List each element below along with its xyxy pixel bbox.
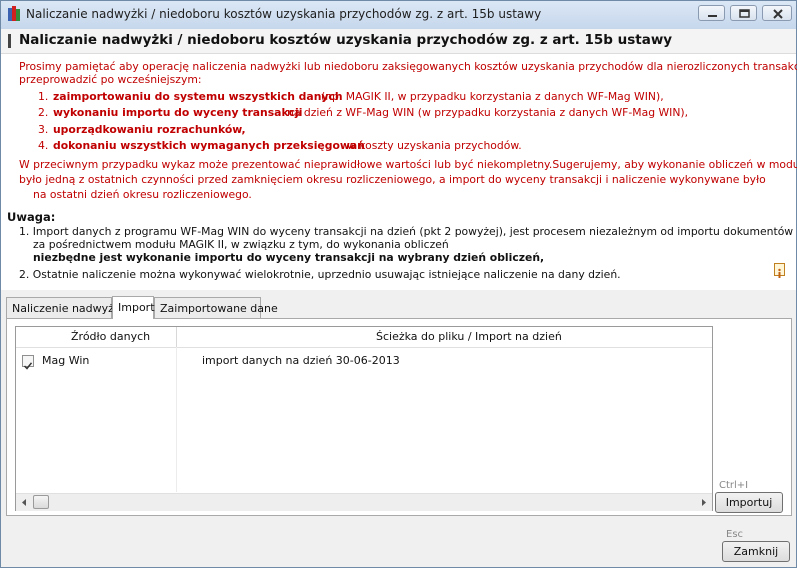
- notice-item-num: 2.: [38, 106, 49, 119]
- column-header-source[interactable]: Źródło danych: [71, 330, 150, 343]
- import-shortcut: Ctrl+I: [719, 480, 749, 491]
- main-window: Naliczanie nadwyżki / niedoboru kosztów …: [0, 0, 797, 568]
- page-title: Naliczanie nadwyżki / niedoboru kosztów …: [19, 32, 673, 48]
- notice-item-bold: wykonaniu importu do wyceny transakcji: [53, 106, 303, 119]
- notice-item-bold: dokonaniu wszystkich wymaganych przeksię…: [53, 139, 365, 152]
- close-button[interactable]: Zamknij: [722, 541, 790, 562]
- row-checkbox[interactable]: [22, 355, 34, 370]
- uwaga-item1-line2: za pośrednictwem modułu MAGIK II, w zwią…: [33, 238, 449, 251]
- uwaga-item1-line1: 1. Import danych z programu WF-Mag WIN d…: [19, 225, 794, 238]
- close-window-button[interactable]: [762, 5, 792, 21]
- window-title: Naliczanie nadwyżki / niedoboru kosztów …: [26, 7, 542, 21]
- warning-line1: W przeciwnym przypadku wykaz może prezen…: [19, 158, 797, 171]
- notice-item-rest: na dzień z WF-Mag WIN (w przypadku korzy…: [287, 106, 689, 119]
- scrollbar-thumb[interactable]: [33, 495, 49, 509]
- notice-intro-line2: przeprowadzić po wcześniejszym:: [19, 73, 202, 86]
- cell-path: import danych na dzień 30-06-2013: [202, 354, 400, 367]
- warning-line2: było jedną z ostatnich czynności przed z…: [19, 173, 766, 186]
- column-separator[interactable]: [176, 327, 177, 347]
- minimize-button[interactable]: [698, 5, 725, 21]
- tab-naliczenie-nadwyzki[interactable]: Naliczenie nadwyżki: [6, 297, 123, 318]
- title-bar[interactable]: Naliczanie nadwyżki / niedoboru kosztów …: [1, 1, 796, 29]
- uwaga-item2: 2. Ostatnie naliczenie można wykonywać w…: [19, 268, 621, 281]
- cell-source: Mag Win: [42, 354, 90, 367]
- uwaga-item1-line3: niezbędne jest wykonanie importu do wyce…: [33, 251, 545, 264]
- notice-item-num: 1.: [38, 90, 49, 103]
- minimize-icon: [708, 15, 717, 17]
- checkbox-icon: [23, 362, 33, 370]
- notice-item-num: 4.: [38, 139, 49, 152]
- horizontal-scrollbar[interactable]: [16, 493, 712, 511]
- notice-item-rest: w koszty uzyskania przychodów.: [347, 139, 522, 152]
- notice-panel: Prosimy pamiętać aby operację naliczenia…: [1, 54, 797, 290]
- page-header: Naliczanie nadwyżki / niedoboru kosztów …: [1, 29, 796, 54]
- import-sources-grid[interactable]: Źródło danych Ścieżka do pliku / Import …: [15, 326, 713, 511]
- notice-item-bold: zaimportowaniu do systemu wszystkich dan…: [53, 90, 343, 103]
- maximize-icon: [739, 9, 750, 18]
- tab-zaimportowane-dane[interactable]: Zaimportowane dane: [154, 297, 278, 318]
- tab-import[interactable]: Import: [112, 296, 155, 319]
- warning-line3: na ostatni dzień okresu rozliczeniowego.: [33, 188, 252, 201]
- notice-intro-line1: Prosimy pamiętać aby operację naliczenia…: [19, 60, 797, 73]
- info-icon[interactable]: [774, 263, 785, 278]
- scroll-left-icon[interactable]: [16, 494, 33, 511]
- column-header-path[interactable]: Ścieżka do pliku / Import na dzień: [376, 330, 562, 343]
- import-tab-panel: Źródło danych Ścieżka do pliku / Import …: [6, 318, 792, 516]
- column-separator-line: [176, 347, 177, 492]
- maximize-button[interactable]: [730, 5, 757, 21]
- scroll-right-icon[interactable]: [695, 494, 712, 511]
- tab-control: Naliczenie nadwyżki Import Zaimportowane…: [6, 296, 792, 520]
- close-shortcut: Esc: [726, 529, 744, 540]
- notice-item-num: 3.: [38, 123, 49, 136]
- header-accent: [8, 34, 11, 48]
- uwaga-title: Uwaga:: [7, 210, 56, 224]
- import-button[interactable]: Importuj: [715, 492, 783, 513]
- close-icon: [773, 9, 783, 19]
- grid-header: Źródło danych Ścieżka do pliku / Import …: [16, 327, 712, 348]
- app-icon: [8, 6, 20, 21]
- notice-item-bold: uporządkowaniu rozrachunków,: [53, 123, 246, 136]
- notice-item-rest: (np. MAGIK II, w przypadku korzystania z…: [321, 90, 664, 103]
